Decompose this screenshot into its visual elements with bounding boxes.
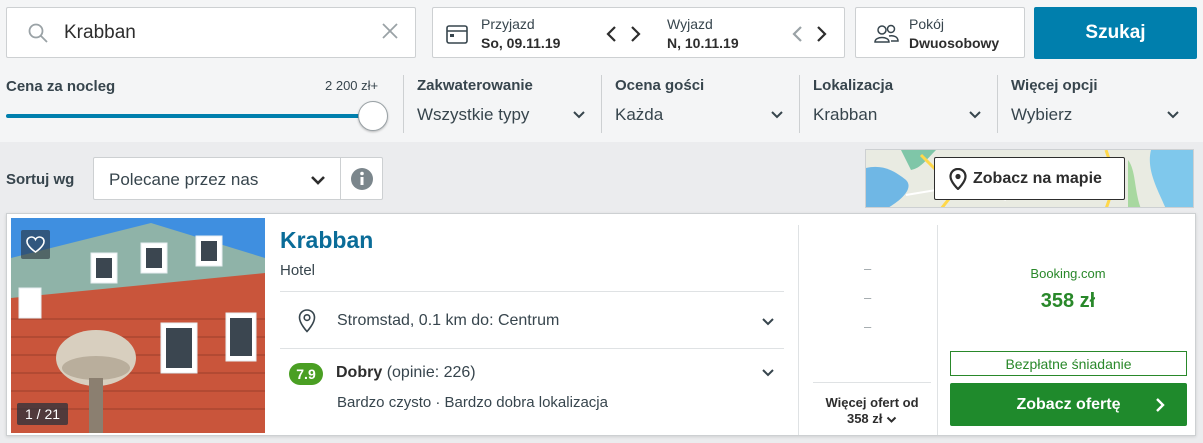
show-map-label: Zobacz na mapie [973,170,1102,187]
column-divider [937,225,938,435]
checkout-label: Wyjazd [667,16,713,32]
sort-info-button[interactable] [340,157,383,200]
other-price-3: – [864,319,872,334]
checkin-next-icon[interactable] [628,25,642,43]
rating-filter-label: Ocena gości [615,77,705,94]
sort-value: Polecane przez nas [109,170,259,189]
rating-score-badge: 7.9 [289,363,323,385]
rating-highlights: Bardzo czysto · Bardzo dobra lokalizacja [337,394,608,411]
hotel-photo[interactable]: 1 / 21 [11,218,265,433]
accommodation-filter-value: Wszystkie typy [417,105,530,124]
chevron-down-icon [1167,111,1179,119]
chevron-down-icon [762,369,774,377]
price-slider-handle[interactable] [358,101,388,131]
search-icon [28,23,48,43]
destination-search-input[interactable]: Krabban [6,7,416,58]
hotel-type: Hotel [280,262,316,279]
location-pin-icon [298,309,316,333]
checkin-prev-icon[interactable] [605,25,619,43]
chevron-down-icon [573,111,585,119]
divider [280,348,784,349]
price-filter-label: Cena za nocleg [6,78,116,95]
offer-price[interactable]: 358 zł [938,290,1198,313]
more-filters-label: Więcej opcji [1011,77,1098,94]
accommodation-filter-label: Zakwaterowanie [417,77,533,94]
column-divider [798,225,799,435]
date-picker[interactable]: Przyjazd So, 09.11.19 Wyjazd N, 10.11.19 [432,7,845,58]
price-slider-track[interactable] [6,114,372,118]
view-deal-label: Zobacz ofertę [1016,395,1121,413]
location-text: Stromstad, 0.1 km do: Centrum [337,312,560,329]
filter-divider [403,75,404,133]
destination-value[interactable]: Krabban [64,22,136,44]
filter-divider [997,75,998,133]
rating-summary: Dobry (opinie: 226) [336,364,476,382]
checkin-label: Przyjazd [481,16,535,32]
location-filter-dropdown[interactable]: Krabban [813,100,985,128]
calendar-icon [446,25,468,44]
chevron-down-icon [311,176,325,185]
more-offers-price: 358 zł [846,411,883,426]
divider [280,291,784,292]
room-value: Dwuosobowy [909,35,1000,51]
map-pin-icon [949,168,967,190]
more-filters-dropdown[interactable]: Wybierz [1011,100,1183,128]
room-label: Pokój [909,16,945,32]
sort-label: Sortuj wg [6,171,75,188]
offer-provider[interactable]: Booking.com [938,266,1198,281]
more-filters-value: Wybierz [1011,105,1073,124]
close-icon[interactable] [379,20,401,42]
heart-icon [26,236,45,253]
chevron-down-icon [771,111,783,119]
info-icon [351,168,373,190]
rating-word: Dobry [336,364,383,381]
filter-divider [601,75,602,133]
location-filter-label: Lokalizacja [813,77,894,94]
view-deal-button[interactable]: Zobacz ofertę [950,383,1187,426]
chevron-down-icon [762,318,774,326]
chevron-down-icon [969,111,981,119]
chevron-down-icon [886,416,897,423]
checkout-prev-icon[interactable] [791,25,805,43]
location-filter-value: Krabban [813,105,878,124]
show-map-button[interactable]: Zobacz na mapie [934,157,1125,200]
perk-badge: Bezpłatne śniadanie [950,351,1187,376]
checkout-next-icon[interactable] [814,25,828,43]
other-price-2: – [864,290,872,305]
other-price-1: – [864,261,872,276]
accommodation-filter-dropdown[interactable]: Wszystkie typy [417,100,589,128]
hotel-result-card: 1 / 21 Krabban Hotel Stromstad, 0.1 km d… [6,213,1196,436]
rating-count: (opinie: 226) [386,364,476,381]
more-offers-text: Więcej ofert od [825,395,919,410]
more-offers-button[interactable]: Więcej ofert od 358 zł [813,382,931,432]
checkout-value[interactable]: N, 10.11.19 [667,35,739,51]
filter-divider [799,75,800,133]
guests-icon [874,24,899,43]
room-selector[interactable]: Pokój Dwuosobowy [855,7,1025,58]
checkin-value[interactable]: So, 09.11.19 [481,35,560,51]
sort-dropdown[interactable]: Polecane przez nas [93,157,341,200]
more-offers-price-line: 358 zł [813,411,931,427]
rating-filter-dropdown[interactable]: Każda [615,100,787,128]
price-filter-max: 2 200 zł+ [325,78,379,93]
search-filter-panel: Krabban Przyjazd So, 09.11.19 Wyjazd N, … [0,0,1203,142]
chevron-right-icon [1156,398,1165,412]
favorite-button[interactable] [21,230,50,259]
search-button[interactable]: Szukaj [1034,7,1197,59]
hotel-name[interactable]: Krabban [280,227,373,254]
photo-counter: 1 / 21 [17,403,69,425]
rating-filter-value: Każda [615,105,664,124]
